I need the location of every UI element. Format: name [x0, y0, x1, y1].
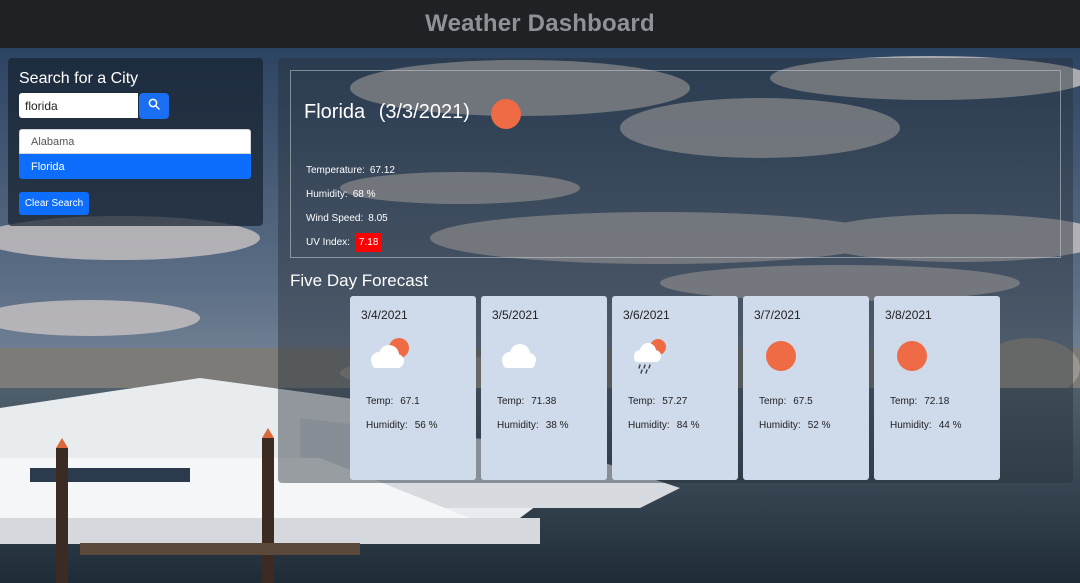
main-panel: Florida (3/3/2021) Temperature: 67.12 Hum… [278, 58, 1073, 483]
forecast-humidity: 84 % [676, 420, 700, 431]
search-input[interactable] [19, 93, 138, 118]
uv-row: UV Index: 7.18 [306, 233, 383, 252]
forecast-card: 3/8/2021 Temp: 72.18 Humidity: 44 % [874, 296, 1000, 480]
forecast-date: 3/8/2021 [885, 308, 932, 322]
forecast-humidity: 44 % [938, 420, 962, 431]
forecast-title: Five Day Forecast [290, 271, 428, 290]
humidity-value: 68 % [352, 189, 376, 200]
forecast-date: 3/4/2021 [361, 308, 408, 322]
humidity-label: Humidity: [366, 420, 408, 431]
temp-label: Temp: [759, 396, 787, 407]
current-city: Florida [304, 101, 366, 123]
forecast-humidity-row: Humidity: 38 % [497, 420, 568, 431]
forecast-humidity-row: Humidity: 84 % [628, 420, 699, 431]
search-icon [148, 97, 160, 115]
forecast-temp-row: Temp: 67.1 [366, 396, 420, 407]
page-title: Weather Dashboard [425, 10, 655, 37]
current-weather-card: Florida (3/3/2021) Temperature: 67.12 Hum… [290, 70, 1061, 258]
forecast-date: 3/7/2021 [754, 308, 801, 322]
temp-label: Temp: [628, 396, 656, 407]
forecast-humidity-row: Humidity: 44 % [890, 420, 961, 431]
sun-icon [759, 336, 809, 377]
humidity-label: Humidity: [306, 189, 348, 200]
humidity-label: Humidity: [759, 420, 801, 431]
temp-label: Temp: [497, 396, 525, 407]
forecast-card: 3/7/2021 Temp: 67.5 Humidity: 52 % [743, 296, 869, 480]
search-history-list: Alabama Florida [19, 129, 251, 179]
forecast-temp-row: Temp: 71.38 [497, 396, 556, 407]
forecast-humidity: 38 % [545, 420, 569, 431]
humidity-label: Humidity: [890, 420, 932, 431]
search-panel: Search for a City Alabama Florida Clear … [8, 58, 263, 226]
forecast-humidity-row: Humidity: 52 % [759, 420, 830, 431]
forecast-temp: 67.5 [793, 396, 813, 407]
temperature-row: Temperature: 67.12 [306, 165, 395, 176]
forecast-temp: 71.38 [531, 396, 557, 407]
forecast-humidity: 52 % [807, 420, 831, 431]
forecast-temp-row: Temp: 72.18 [890, 396, 949, 407]
temp-label: Temp: [890, 396, 918, 407]
temperature-value: 67.12 [369, 165, 395, 176]
uv-index-badge: 7.18 [354, 233, 383, 252]
sun-icon [490, 98, 522, 135]
forecast-temp-row: Temp: 67.5 [759, 396, 813, 407]
forecast-humidity-row: Humidity: 56 % [366, 420, 437, 431]
temperature-label: Temperature: [306, 165, 365, 176]
partly-cloudy-icon [366, 336, 416, 377]
forecast-card: 3/6/2021 Temp: 57.27 Humidity: 84 % [612, 296, 738, 480]
history-item-alabama[interactable]: Alabama [19, 129, 251, 154]
search-title: Search for a City [19, 70, 139, 87]
humidity-label: Humidity: [628, 420, 670, 431]
wind-row: Wind Speed: 8.05 [306, 213, 388, 224]
humidity-label: Humidity: [497, 420, 539, 431]
wind-label: Wind Speed: [306, 213, 364, 224]
clear-search-button[interactable]: Clear Search [19, 192, 89, 215]
rain-cloud-sun-icon [628, 336, 678, 381]
forecast-date: 3/5/2021 [492, 308, 539, 322]
forecast-temp: 72.18 [924, 396, 950, 407]
uv-label: UV Index: [306, 237, 350, 248]
forecast-date: 3/6/2021 [623, 308, 670, 322]
forecast-card: 3/5/2021 Temp: 71.38 Humidity: 38 % [481, 296, 607, 480]
forecast-humidity: 56 % [414, 420, 438, 431]
current-date: (3/3/2021) [378, 101, 470, 123]
humidity-row: Humidity: 68 % [306, 189, 375, 200]
search-button[interactable] [139, 93, 169, 119]
forecast-card: 3/4/2021 Temp: 67.1 Humidity: 56 % [350, 296, 476, 480]
cloud-icon [497, 336, 547, 377]
forecast-temp: 67.1 [400, 396, 420, 407]
history-item-florida[interactable]: Florida [19, 154, 251, 179]
current-city-title: Florida (3/3/2021) [304, 101, 470, 124]
sun-icon [890, 336, 940, 377]
forecast-temp: 57.27 [662, 396, 688, 407]
wind-value: 8.05 [368, 213, 388, 224]
temp-label: Temp: [366, 396, 394, 407]
header-bar: Weather Dashboard [0, 0, 1080, 48]
forecast-temp-row: Temp: 57.27 [628, 396, 687, 407]
